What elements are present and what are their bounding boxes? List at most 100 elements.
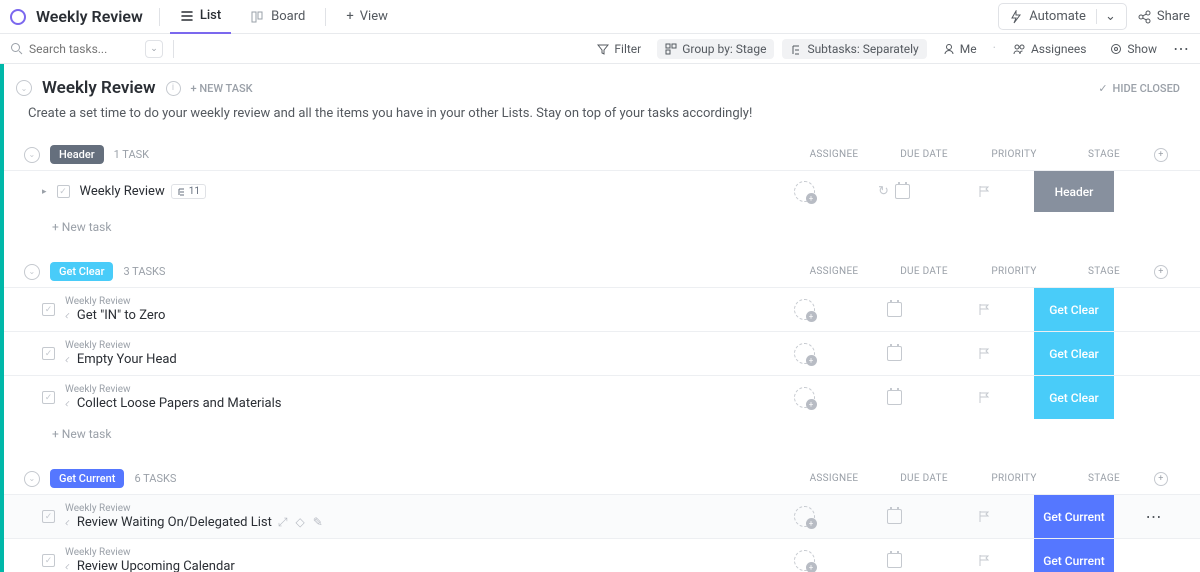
group-by-button[interactable]: Group by: Stage (657, 39, 774, 59)
group-stage-chip[interactable]: Get Clear (50, 262, 113, 281)
more-menu-button[interactable]: ⋯ (1173, 39, 1190, 58)
collapse-group-button[interactable]: ⌄ (24, 147, 40, 163)
priority-cell[interactable] (944, 185, 1024, 198)
priority-cell[interactable] (944, 554, 1024, 567)
assignee-cell[interactable] (764, 387, 844, 408)
due-date-cell[interactable] (854, 302, 934, 317)
recurring-icon[interactable]: ↻ (878, 184, 889, 199)
expand-task-icon[interactable]: ⤢ (278, 515, 288, 530)
due-date-cell[interactable] (854, 509, 934, 524)
assignee-cell[interactable] (764, 506, 844, 527)
group-stage-chip[interactable]: Header (50, 145, 104, 164)
subtasks-button[interactable]: Subtasks: Separately (782, 39, 926, 59)
task-row[interactable]: ▸ ✓ Weekly Review 11 ↻ Header (4, 170, 1200, 212)
share-button[interactable]: Share (1137, 9, 1190, 24)
complete-checkbox[interactable]: ✓ (42, 554, 55, 567)
complete-checkbox[interactable]: ✓ (42, 510, 55, 523)
due-date-cell[interactable] (854, 346, 934, 361)
complete-checkbox[interactable]: ✓ (42, 347, 55, 360)
tag-icon[interactable]: ◇ (295, 515, 304, 530)
assignee-cell[interactable] (764, 343, 844, 364)
complete-checkbox[interactable]: ✓ (42, 303, 55, 316)
stage-cell[interactable]: Get Clear (1034, 376, 1114, 419)
due-date-cell[interactable] (854, 390, 934, 405)
priority-cell[interactable] (944, 510, 1024, 523)
stage-cell[interactable]: Header (1034, 171, 1114, 212)
col-priority[interactable]: Priority (974, 473, 1054, 484)
search-input[interactable] (29, 42, 139, 56)
stage-cell[interactable]: Get Clear (1034, 288, 1114, 331)
hide-closed-button[interactable]: ✓ HIDE CLOSED (1098, 82, 1180, 95)
add-assignee-icon[interactable] (794, 343, 815, 364)
col-priority[interactable]: Priority (974, 149, 1054, 160)
group-stage-chip[interactable]: Get Current (50, 469, 124, 488)
expand-icon[interactable]: ▸ (42, 187, 47, 197)
col-due-date[interactable]: Due date (884, 149, 964, 160)
assignees-button[interactable]: Assignees (1004, 39, 1094, 59)
add-assignee-icon[interactable] (794, 506, 815, 527)
assignee-cell[interactable] (764, 299, 844, 320)
assignee-cell[interactable] (764, 550, 844, 571)
add-assignee-icon[interactable] (794, 299, 815, 320)
new-task-row[interactable]: + New task (4, 212, 1200, 242)
task-row[interactable]: ✓ Weekly Review ⌐ Get "IN" to Zero Get C… (4, 287, 1200, 331)
col-stage[interactable]: Stage (1064, 149, 1144, 160)
task-more-button[interactable]: ⋯ (1146, 507, 1163, 526)
add-assignee-icon[interactable] (794, 181, 815, 202)
info-icon[interactable]: i (166, 81, 181, 96)
col-assignee[interactable]: Assignee (794, 149, 874, 160)
complete-checkbox[interactable]: ✓ (57, 185, 70, 198)
calendar-icon[interactable] (887, 509, 902, 524)
add-assignee-icon[interactable] (794, 387, 815, 408)
add-column-button[interactable]: + (1154, 265, 1184, 279)
priority-cell[interactable] (944, 303, 1024, 316)
stage-cell[interactable]: Get Current (1034, 495, 1114, 538)
edit-icon[interactable]: ✎ (313, 515, 323, 530)
tab-list[interactable]: List (170, 0, 231, 34)
subtask-count-badge[interactable]: 11 (171, 184, 206, 199)
list-description: Create a set time to do your weekly revi… (4, 106, 1200, 139)
add-column-button[interactable]: + (1154, 148, 1184, 162)
chevron-down-icon[interactable]: ⌄ (1096, 9, 1116, 24)
col-due-date[interactable]: Due date (884, 266, 964, 277)
complete-checkbox[interactable]: ✓ (42, 391, 55, 404)
add-view-button[interactable]: + View (336, 0, 398, 34)
collapse-group-button[interactable]: ⌄ (24, 471, 40, 487)
calendar-icon[interactable] (887, 553, 902, 568)
priority-cell[interactable] (944, 347, 1024, 360)
task-row[interactable]: ✓ Weekly Review ⌐ Collect Loose Papers a… (4, 375, 1200, 419)
person-icon (943, 43, 955, 55)
calendar-icon[interactable] (887, 302, 902, 317)
col-stage[interactable]: Stage (1064, 266, 1144, 277)
search-wrap[interactable]: ⌄ (10, 40, 174, 58)
collapse-group-button[interactable]: ⌄ (24, 264, 40, 280)
due-date-cell[interactable] (854, 553, 934, 568)
stage-cell[interactable]: Get Current (1034, 539, 1114, 572)
add-column-button[interactable]: + (1154, 472, 1184, 486)
new-task-button[interactable]: + NEW TASK (191, 82, 253, 95)
task-row[interactable]: ✓ Weekly Review ⌐ Review Upcoming Calend… (4, 538, 1200, 572)
col-assignee[interactable]: Assignee (794, 266, 874, 277)
me-button[interactable]: Me (935, 39, 985, 59)
calendar-icon[interactable] (887, 346, 902, 361)
stage-cell[interactable]: Get Clear (1034, 332, 1114, 375)
add-assignee-icon[interactable] (794, 550, 815, 571)
priority-cell[interactable] (944, 391, 1024, 404)
col-due-date[interactable]: Due date (884, 473, 964, 484)
calendar-icon[interactable] (895, 184, 910, 199)
due-date-cell[interactable]: ↻ (854, 184, 934, 199)
task-row[interactable]: ✓ Weekly Review ⌐ Empty Your Head Get Cl… (4, 331, 1200, 375)
filter-button[interactable]: Filter (589, 39, 649, 59)
search-options-button[interactable]: ⌄ (145, 40, 163, 58)
collapse-list-button[interactable]: ⌄ (16, 80, 32, 96)
new-task-row[interactable]: + New task (4, 419, 1200, 449)
col-stage[interactable]: Stage (1064, 473, 1144, 484)
automate-button[interactable]: Automate ⌄ (998, 3, 1127, 30)
show-button[interactable]: Show (1102, 39, 1165, 59)
task-row[interactable]: ✓ Weekly Review ⌐ Review Waiting On/Dele… (4, 494, 1200, 538)
calendar-icon[interactable] (887, 390, 902, 405)
col-assignee[interactable]: Assignee (794, 473, 874, 484)
assignee-cell[interactable] (764, 181, 844, 202)
tab-board[interactable]: Board (241, 0, 315, 34)
col-priority[interactable]: Priority (974, 266, 1054, 277)
